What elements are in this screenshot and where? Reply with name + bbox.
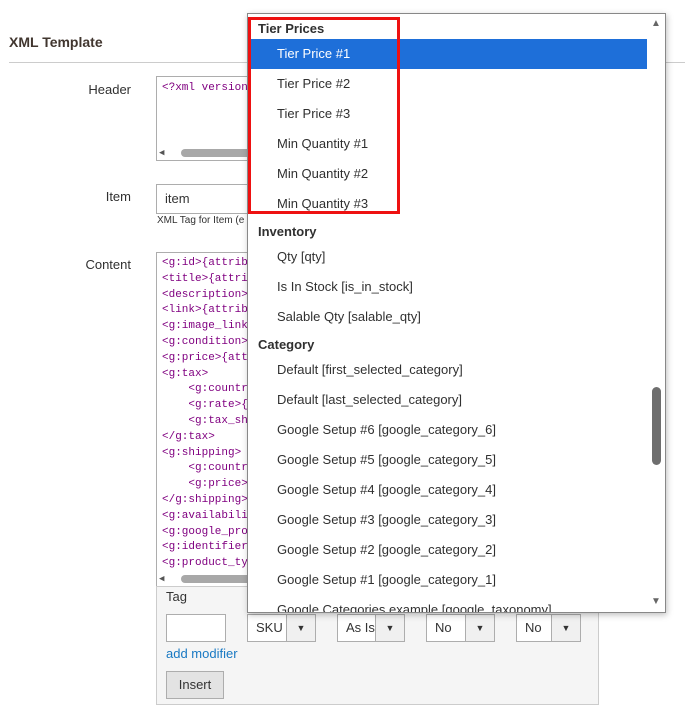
- select-4[interactable]: No ▼: [516, 614, 581, 642]
- dropdown-option[interactable]: Default [first_selected_category]: [248, 355, 647, 385]
- code-line: <g:image_link>: [162, 320, 255, 333]
- chevron-down-icon[interactable]: ▼: [551, 615, 580, 641]
- item-label: Item: [105, 189, 131, 204]
- chevron-down-icon[interactable]: ▼: [465, 615, 494, 641]
- dropdown-option[interactable]: Google Categories example [google_taxono…: [248, 595, 647, 612]
- dropdown-option[interactable]: Google Setup #1 [google_category_1]: [248, 565, 647, 595]
- code-line: <g:rate>{a: [162, 399, 255, 412]
- item-hint: XML Tag for Item (e: [157, 215, 245, 226]
- code-line: <g:id>{attribu: [162, 257, 255, 269]
- select-4-value: No: [525, 620, 542, 635]
- code-line: <g:tax_shi: [162, 414, 255, 427]
- code-line: <g:shipping>: [162, 446, 242, 459]
- tag-input[interactable]: [166, 614, 226, 642]
- content-hscrollbar[interactable]: ◀: [159, 574, 257, 584]
- attribute-select[interactable]: SKU ▼: [247, 614, 316, 642]
- scroll-thumb[interactable]: [652, 387, 661, 465]
- select-3-value: No: [435, 620, 452, 635]
- header-label: Header: [88, 82, 131, 97]
- code-line: <g:price>{: [162, 478, 255, 491]
- code-line: </g:shipping>: [162, 493, 248, 506]
- code-line: <g:google_prod: [162, 525, 255, 538]
- content-code: <g:id>{attribu <title>{attrib <description…: [157, 253, 257, 572]
- dropdown-option[interactable]: Default [last_selected_category]: [248, 385, 647, 415]
- chevron-down-icon[interactable]: ▼: [286, 615, 315, 641]
- code-line: <g:availabilit: [162, 509, 255, 522]
- header-textarea[interactable]: <?xml version= ◀: [156, 76, 258, 161]
- section-title: XML Template: [9, 34, 103, 50]
- dropdown-group-label: Inventory: [258, 224, 317, 239]
- scroll-down-icon[interactable]: ▼: [649, 595, 663, 609]
- scroll-left-icon[interactable]: ◀: [159, 148, 169, 158]
- dropdown-option[interactable]: Google Setup #4 [google_category_4]: [248, 475, 647, 505]
- scroll-up-icon[interactable]: ▲: [649, 17, 663, 31]
- code-line: <link>{attribu: [162, 304, 255, 317]
- format-select-value: As Is: [346, 620, 375, 635]
- code-line: <g:country: [162, 383, 255, 396]
- code-line: <title>{attrib: [162, 272, 255, 285]
- tag-label: Tag: [166, 589, 187, 604]
- dropdown-option[interactable]: Salable Qty [salable_qty]: [248, 302, 647, 332]
- code-line: <g:condition>n: [162, 335, 255, 348]
- insert-button[interactable]: Insert: [166, 671, 224, 699]
- code-line: <g:country: [162, 462, 255, 475]
- dropdown-option[interactable]: Google Setup #2 [google_category_2]: [248, 535, 647, 565]
- dropdown-option[interactable]: Is In Stock [is_in_stock]: [248, 272, 647, 302]
- code-line: <g:tax>: [162, 367, 209, 380]
- add-modifier-link[interactable]: add modifier: [166, 646, 238, 661]
- attribute-select-value: SKU: [256, 620, 283, 635]
- code-line: <description>{: [162, 288, 255, 301]
- code-line: <g:product_typ: [162, 557, 255, 570]
- dropdown-option[interactable]: Google Setup #6 [google_category_6]: [248, 415, 647, 445]
- scroll-left-icon[interactable]: ◀: [159, 574, 169, 584]
- code-line: </g:tax>: [162, 430, 215, 443]
- format-select[interactable]: As Is ▼: [337, 614, 405, 642]
- highlight-box: [248, 17, 400, 214]
- content-label: Content: [85, 257, 131, 272]
- chevron-down-icon[interactable]: ▼: [375, 615, 404, 641]
- dropdown-group-label: Category: [258, 337, 315, 352]
- dropdown-option[interactable]: Google Setup #3 [google_category_3]: [248, 505, 647, 535]
- dropdown-option[interactable]: Qty [qty]: [248, 242, 647, 272]
- item-input[interactable]: item: [156, 184, 256, 214]
- header-value: <?xml version=: [162, 82, 255, 94]
- select-3[interactable]: No ▼: [426, 614, 495, 642]
- code-line: <g:identifier_: [162, 541, 255, 554]
- header-hscrollbar[interactable]: ◀: [159, 148, 257, 158]
- dropdown-option[interactable]: Google Setup #5 [google_category_5]: [248, 445, 647, 475]
- content-textarea[interactable]: <g:id>{attribu <title>{attrib <description…: [156, 252, 258, 587]
- dropdown-scrollbar[interactable]: ▲ ▼: [647, 14, 665, 612]
- code-line: <g:price>{attr: [162, 351, 255, 364]
